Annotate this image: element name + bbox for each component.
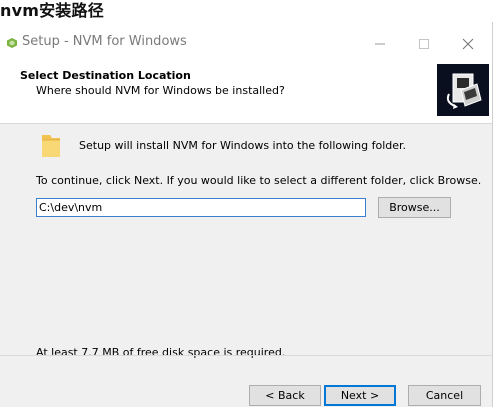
footer-divider [0, 355, 492, 356]
browse-button[interactable]: Browse... [378, 197, 451, 218]
next-button[interactable]: Next > [324, 385, 396, 406]
minimize-icon[interactable] [364, 28, 396, 60]
page-title: Select Destination Location [20, 69, 191, 82]
intro-text: Setup will install NVM for Windows into … [79, 139, 407, 152]
destination-path-input[interactable] [36, 198, 366, 217]
folder-icon [42, 135, 60, 157]
installer-logo-icon [437, 64, 489, 116]
cancel-button[interactable]: Cancel [408, 385, 481, 406]
title-bar: Setup - NVM for Windows [0, 22, 492, 64]
back-button[interactable]: < Back [249, 385, 321, 406]
disk-space-text: At least 7.7 MB of free disk space is re… [36, 346, 286, 359]
page-subtitle: Where should NVM for Windows be installe… [36, 84, 285, 97]
instruction-text: To continue, click Next. If you would li… [36, 174, 482, 187]
wizard-header: Select Destination Location Where should… [0, 64, 492, 124]
window-title: Setup - NVM for Windows [22, 34, 187, 49]
close-icon[interactable] [452, 28, 484, 60]
screenshot-caption: nvm安装路径 [0, 1, 104, 20]
nvm-app-icon [7, 38, 17, 48]
setup-window: Setup - NVM for Windows Select Destinati… [0, 22, 493, 407]
maximize-icon[interactable] [408, 28, 440, 60]
